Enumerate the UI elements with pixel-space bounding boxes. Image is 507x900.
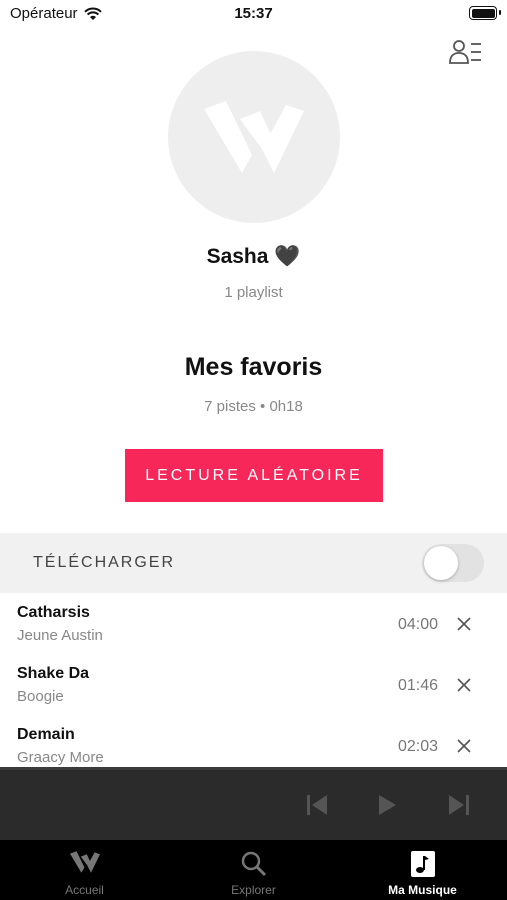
track-title: Catharsis [17,604,90,621]
play-icon[interactable] [374,792,400,818]
playlist-meta: 7 pistes • 0h18 [204,398,303,415]
track-duration: 01:46 [397,677,438,694]
track-duration: 02:03 [397,738,438,755]
clock: 15:37 [234,5,273,22]
previous-icon[interactable] [304,792,330,818]
track-title: Demain [17,726,75,743]
tab-ma-musique[interactable]: Ma Musique [338,840,507,900]
track-artist: Jeune Austin [17,627,103,644]
next-icon[interactable] [446,792,472,818]
logo-icon [204,101,304,173]
logo-icon [69,851,100,873]
track-artist: Graacy More [17,749,104,766]
user-list-icon [449,40,481,64]
shuffle-play-button[interactable]: LECTURE ALÉATOIRE [125,449,383,502]
battery-icon [469,6,501,20]
track-duration: 04:00 [397,616,438,633]
track-title: Shake Da [17,665,90,682]
track-row[interactable]: Catharsis Jeune Austin 04:00 [0,594,507,655]
track-row[interactable]: Shake Da Boogie 01:46 [0,655,507,716]
tab-accueil[interactable]: Accueil [0,840,169,900]
profile-menu-button[interactable] [449,38,483,68]
user-name: Sasha 🖤 [206,245,301,268]
remove-track-icon[interactable] [455,615,473,633]
track-artist: Boogie [17,688,64,705]
download-label: TÉLÉCHARGER [33,554,176,571]
playlist-count: 1 playlist [224,284,283,301]
download-row: TÉLÉCHARGER [0,533,507,593]
tab-label: Ma Musique [388,883,457,897]
music-note-icon [410,851,435,877]
remove-track-icon[interactable] [455,737,473,755]
tab-label: Explorer [231,883,276,897]
tab-explorer[interactable]: Explorer [169,840,338,900]
search-icon [241,851,266,877]
remove-track-icon[interactable] [455,676,473,694]
tab-label: Accueil [65,883,104,897]
download-toggle[interactable] [422,544,484,582]
mini-player [0,767,507,840]
status-bar: Opérateur 15:37 [0,0,507,30]
avatar [168,51,340,223]
playlist-title: Mes favoris [184,353,323,381]
tab-bar: Accueil Explorer Ma Musique [0,840,507,900]
toggle-knob [424,546,458,580]
